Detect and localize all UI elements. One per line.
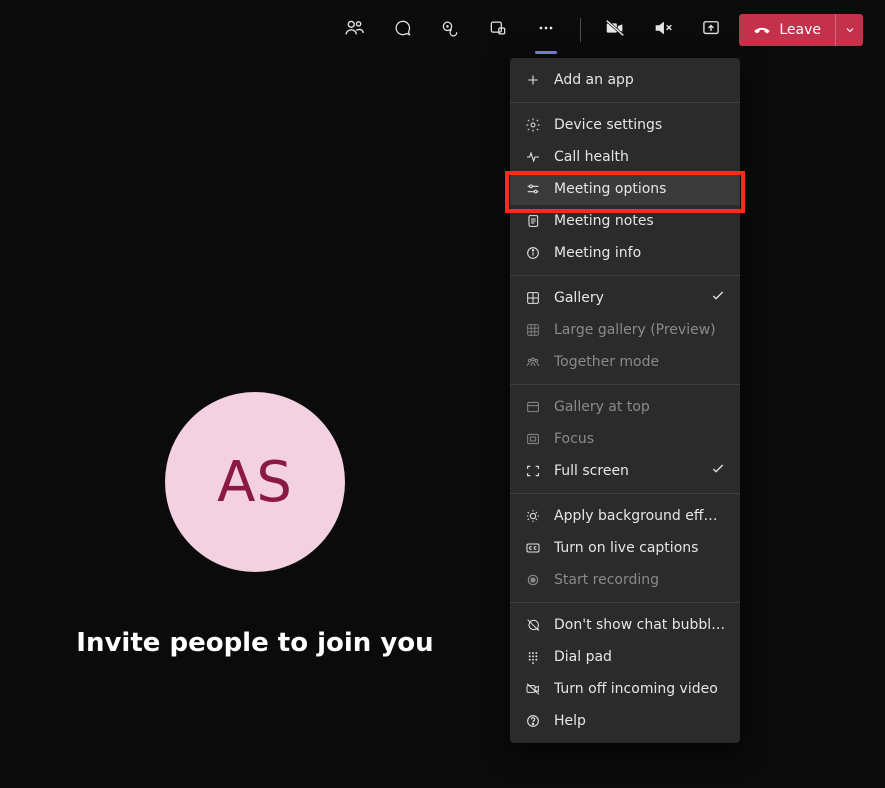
grid4-icon	[524, 289, 542, 307]
meeting-stage: AS Invite people to join you	[0, 362, 510, 658]
people3-icon	[524, 353, 542, 371]
record-icon	[524, 571, 542, 589]
menu-item-add-app[interactable]: Add an app	[510, 64, 740, 96]
cc-icon	[524, 539, 542, 557]
menu-item-label: Turn off incoming video	[554, 681, 726, 697]
menu-item-label: Full screen	[554, 463, 698, 479]
menu-item-label: Gallery	[554, 290, 698, 306]
more-icon	[536, 18, 556, 42]
menu-item-label: Meeting notes	[554, 213, 726, 229]
menu-item-label: Start recording	[554, 572, 726, 588]
pulse-icon	[524, 148, 542, 166]
menu-item-gallery[interactable]: Gallery	[510, 282, 740, 314]
camera-toggle-button[interactable]	[595, 10, 635, 50]
menu-item-meeting-notes[interactable]: Meeting notes	[510, 205, 740, 237]
menu-section: Add an app	[510, 58, 740, 102]
menu-item-label: Gallery at top	[554, 399, 726, 415]
leave-options-button[interactable]	[835, 14, 863, 46]
leave-split-button: Leave	[739, 14, 863, 46]
menu-item-recording: Start recording	[510, 564, 740, 596]
menu-item-label: Device settings	[554, 117, 726, 133]
bubble-off-icon	[524, 616, 542, 634]
share-screen-icon	[701, 18, 721, 42]
chat-icon	[392, 18, 412, 42]
help-icon	[524, 712, 542, 730]
menu-item-label: Meeting options	[554, 181, 726, 197]
meeting-toolbar: Leave	[334, 10, 863, 50]
camera-off-icon	[604, 17, 626, 43]
menu-item-label: Together mode	[554, 354, 726, 370]
hangup-icon	[753, 19, 771, 41]
leave-label: Leave	[779, 22, 821, 38]
breakout-rooms-icon	[488, 18, 508, 42]
toolbar-divider	[580, 18, 581, 42]
chat-button[interactable]	[382, 10, 422, 50]
check-icon	[710, 461, 726, 481]
menu-item-label: Dial pad	[554, 649, 726, 665]
menu-item-label: Don't show chat bubbles	[554, 617, 726, 633]
menu-item-full-screen[interactable]: Full screen	[510, 455, 740, 487]
dialpad-icon	[524, 648, 542, 666]
more-actions-button[interactable]	[526, 10, 566, 50]
check-icon	[710, 288, 726, 308]
share-button[interactable]	[691, 10, 731, 50]
topbar-icon	[524, 398, 542, 416]
menu-item-label: Call health	[554, 149, 726, 165]
menu-item-meeting-info[interactable]: Meeting info	[510, 237, 740, 269]
notes-icon	[524, 212, 542, 230]
mic-toggle-button[interactable]	[643, 10, 683, 50]
leave-button[interactable]: Leave	[739, 14, 835, 46]
avatar-initials: AS	[217, 450, 293, 515]
plus-icon	[524, 71, 542, 89]
sliders-icon	[524, 180, 542, 198]
fullscreen-icon	[524, 462, 542, 480]
raise-hand-icon	[440, 18, 460, 42]
participant-avatar: AS	[165, 392, 345, 572]
menu-item-label: Large gallery (Preview)	[554, 322, 726, 338]
speaker-mute-icon	[652, 17, 674, 43]
menu-item-meeting-options[interactable]: Meeting options	[510, 173, 740, 205]
menu-item-label: Apply background effects	[554, 508, 726, 524]
menu-item-live-captions[interactable]: Turn on live captions	[510, 532, 740, 564]
menu-item-together-mode: Together mode	[510, 346, 740, 378]
menu-section: Don't show chat bubbles Dial pad Turn off …	[510, 602, 740, 743]
fx-icon	[524, 507, 542, 525]
invite-heading: Invite people to join you	[0, 628, 510, 658]
menu-item-help[interactable]: Help	[510, 705, 740, 737]
focus-icon	[524, 430, 542, 448]
more-actions-menu: Add an app Device settings Call health Meet…	[510, 58, 740, 743]
menu-item-label: Help	[554, 713, 726, 729]
people-icon	[343, 17, 365, 43]
grid9-icon	[524, 321, 542, 339]
menu-item-label: Focus	[554, 431, 726, 447]
menu-item-label: Meeting info	[554, 245, 726, 261]
menu-item-incoming-off[interactable]: Turn off incoming video	[510, 673, 740, 705]
menu-section: Gallery at top Focus Full screen	[510, 384, 740, 493]
menu-section: Device settings Call health Meeting option…	[510, 102, 740, 275]
menu-item-chat-bubbles[interactable]: Don't show chat bubbles	[510, 609, 740, 641]
menu-item-focus: Focus	[510, 423, 740, 455]
menu-item-label: Turn on live captions	[554, 540, 726, 556]
reactions-button[interactable]	[430, 10, 470, 50]
menu-section: Apply background effects Turn on live cap…	[510, 493, 740, 602]
menu-item-large-gallery: Large gallery (Preview)	[510, 314, 740, 346]
rooms-button[interactable]	[478, 10, 518, 50]
gear-icon	[524, 116, 542, 134]
menu-item-label: Add an app	[554, 72, 726, 88]
chevron-down-icon	[844, 21, 856, 40]
menu-item-gallery-top: Gallery at top	[510, 391, 740, 423]
camera-off-icon	[524, 680, 542, 698]
people-button[interactable]	[334, 10, 374, 50]
info-icon	[524, 244, 542, 262]
menu-item-call-health[interactable]: Call health	[510, 141, 740, 173]
menu-item-device-settings[interactable]: Device settings	[510, 109, 740, 141]
menu-item-dial-pad[interactable]: Dial pad	[510, 641, 740, 673]
menu-item-bg-effects[interactable]: Apply background effects	[510, 500, 740, 532]
menu-section: Gallery Large gallery (Preview) Together m…	[510, 275, 740, 384]
